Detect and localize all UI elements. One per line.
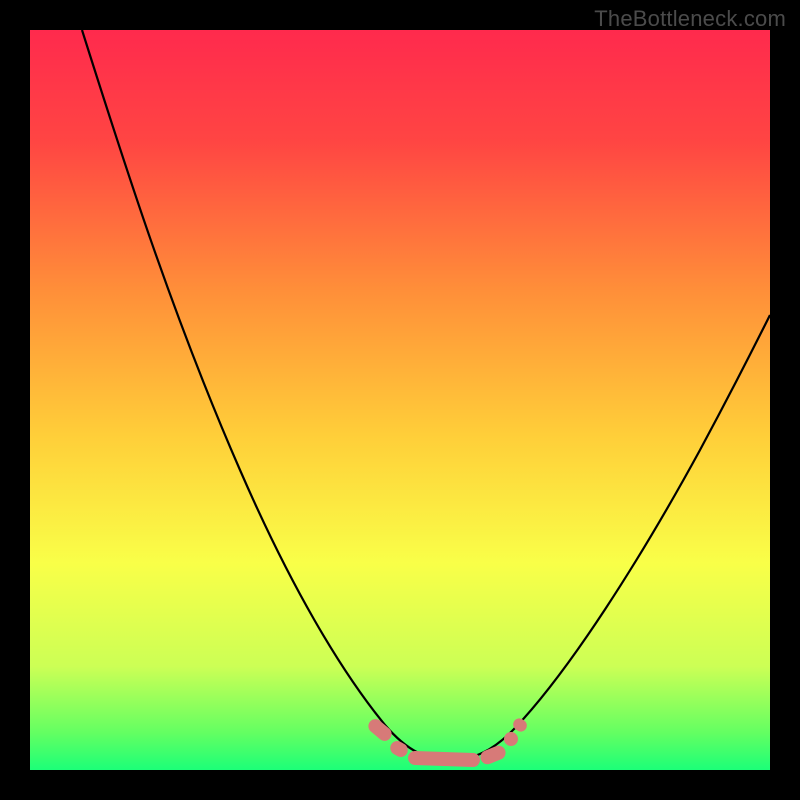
plot-area xyxy=(30,30,770,770)
optimal-range-segment xyxy=(408,751,480,768)
bottleneck-curve xyxy=(30,30,770,770)
watermark-text: TheBottleneck.com xyxy=(594,6,786,32)
